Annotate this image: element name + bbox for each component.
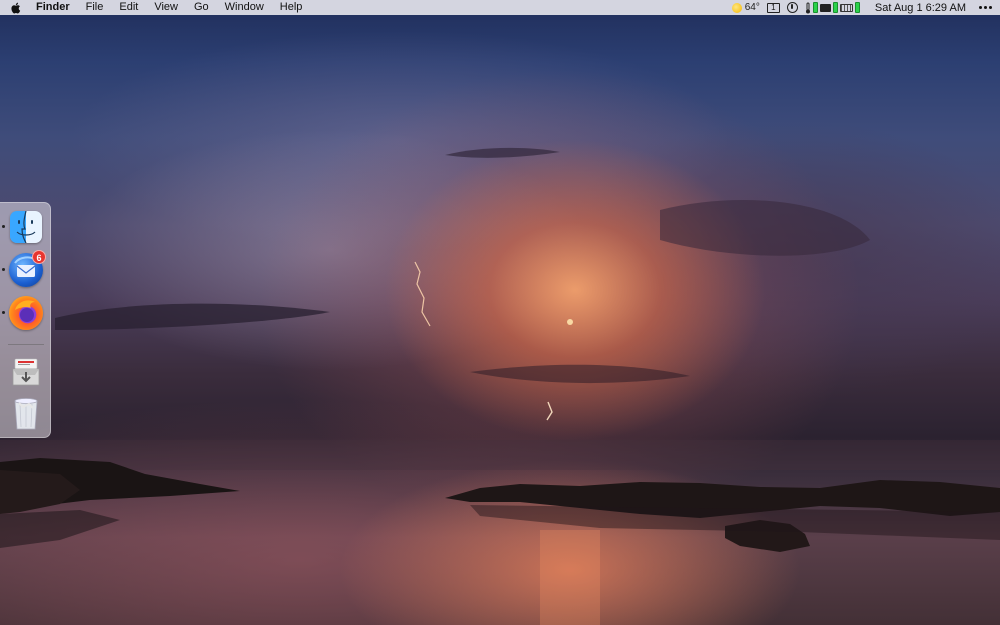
menu-app-name[interactable]: Finder — [30, 0, 78, 15]
weather-temperature[interactable]: 64° — [745, 2, 760, 13]
finder-icon — [10, 211, 42, 243]
menu-go[interactable]: Go — [186, 0, 217, 15]
dock-item-thunderbird[interactable]: 6 — [2, 250, 46, 288]
dock-item-finder[interactable] — [2, 209, 44, 245]
desktop-wallpaper — [0, 0, 1000, 625]
dock-item-downloads[interactable] — [8, 353, 44, 389]
menu-file[interactable]: File — [78, 0, 112, 15]
menu-window[interactable]: Window — [217, 0, 272, 15]
cpu-meter-icon — [812, 2, 818, 13]
running-indicator — [2, 225, 5, 228]
menu-bar-status-area: 64° 1 Sat Aug 1 6:29 AM — [731, 0, 1000, 15]
password-manager-icon[interactable] — [786, 2, 798, 13]
firefox-icon — [9, 296, 43, 330]
dock-item-trash[interactable] — [8, 395, 44, 431]
menu-bar-clock[interactable]: Sat Aug 1 6:29 AM — [875, 2, 966, 14]
dock-item-firefox[interactable] — [2, 295, 44, 331]
dock-separator — [8, 344, 44, 345]
running-indicator — [2, 268, 5, 271]
menu-help[interactable]: Help — [272, 0, 311, 15]
battery-icon — [854, 2, 860, 13]
temperature-gauge-icon — [805, 2, 810, 13]
network-meter-icon — [832, 2, 838, 13]
menu-view[interactable]: View — [146, 0, 186, 15]
menu-edit[interactable]: Edit — [111, 0, 146, 15]
keyboard-icon — [839, 3, 853, 12]
memory-meter-icon — [819, 3, 831, 12]
running-indicator — [2, 311, 5, 314]
system-monitor-icon[interactable] — [805, 2, 860, 14]
apple-logo-icon[interactable] — [0, 0, 30, 15]
wallpaper-scenery — [0, 147, 1000, 625]
calendar-badge-icon[interactable]: 1 — [766, 2, 780, 13]
trash-icon — [14, 398, 38, 430]
more-icon[interactable] — [979, 6, 992, 9]
unread-count-badge: 6 — [32, 250, 46, 264]
sun-icon[interactable] — [731, 2, 742, 13]
downloads-icon — [12, 358, 40, 386]
dock: 6 — [0, 202, 51, 438]
menu-bar: Finder File Edit View Go Window Help 64°… — [0, 0, 1000, 15]
